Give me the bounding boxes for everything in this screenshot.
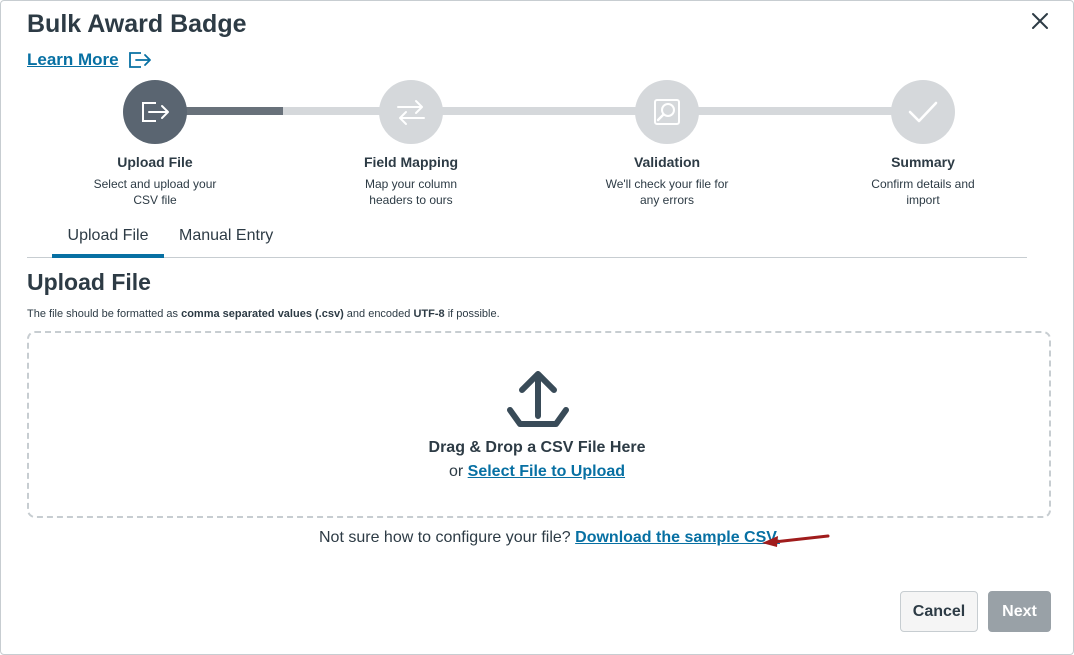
close-icon: [1032, 13, 1048, 29]
tab-bar: Upload File Manual Entry: [27, 222, 1027, 258]
step-description: any errors: [639, 193, 695, 207]
tab-manual-entry[interactable]: Manual Entry: [179, 222, 289, 258]
cancel-button[interactable]: Cancel: [900, 591, 978, 632]
sample-prompt: Not sure how to configure your file?: [319, 529, 576, 546]
upload-icon: [504, 364, 572, 435]
dropzone-subtitle: or Select File to Upload: [0, 463, 1074, 481]
step-mapping: Field Mapping Map your column headers to…: [311, 154, 511, 208]
section-heading: Upload File: [27, 269, 151, 295]
stepper-track: [155, 107, 923, 115]
or-text: or: [448, 463, 468, 480]
annotation-arrow-icon: [760, 532, 832, 553]
step-description: import: [906, 193, 940, 207]
step-mapping-circle: [379, 80, 443, 144]
learn-more-label[interactable]: Learn More: [27, 50, 119, 70]
external-link-icon: [128, 52, 151, 68]
step-description: Map your column: [364, 177, 458, 191]
step-description: Select and upload your: [93, 177, 217, 191]
step-label: Field Mapping: [363, 154, 459, 170]
hint-text: if possible.: [444, 308, 500, 320]
format-hint: The file should be formatted as comma se…: [27, 308, 500, 320]
checkmark-icon: [908, 101, 938, 123]
step-upload: Upload File Select and upload your CSV f…: [55, 154, 255, 208]
step-summary: Summary Confirm details and import: [823, 154, 1023, 208]
step-summary-circle: [891, 80, 955, 144]
next-button[interactable]: Next: [988, 591, 1051, 632]
sample-csv-row: Not sure how to configure your file? Dow…: [319, 529, 780, 547]
hint-text: The file should be formatted as: [27, 308, 182, 320]
dialog-title: Bulk Award Badge: [27, 10, 247, 38]
step-label: Summary: [891, 154, 955, 170]
step-label: Validation: [633, 154, 701, 170]
document-search-icon: [654, 99, 680, 125]
file-export-icon: [142, 102, 169, 122]
hint-encoding: UTF-8: [413, 308, 445, 320]
step-validation: Validation We'll check your file for any…: [567, 154, 767, 208]
step-description: We'll check your file for: [605, 177, 729, 191]
learn-more-link[interactable]: Learn More: [27, 50, 153, 70]
download-sample-link[interactable]: Download the sample CSV.: [575, 529, 780, 546]
swap-arrows-icon: [397, 100, 425, 125]
step-description: Confirm details and: [871, 177, 975, 191]
step-validation-circle: [635, 80, 699, 144]
step-label: Upload File: [117, 154, 193, 170]
select-file-link[interactable]: Select File to Upload: [468, 463, 625, 480]
dropzone-title: Drag & Drop a CSV File Here: [428, 439, 646, 456]
tab-upload-file[interactable]: Upload File: [52, 222, 164, 258]
hint-text: and encoded: [343, 308, 414, 320]
close-button[interactable]: [1027, 8, 1053, 34]
step-description: headers to ours: [369, 193, 453, 207]
step-upload-circle: [123, 80, 187, 144]
step-description: CSV file: [133, 193, 177, 207]
hint-format: comma separated values (.csv): [181, 308, 344, 320]
